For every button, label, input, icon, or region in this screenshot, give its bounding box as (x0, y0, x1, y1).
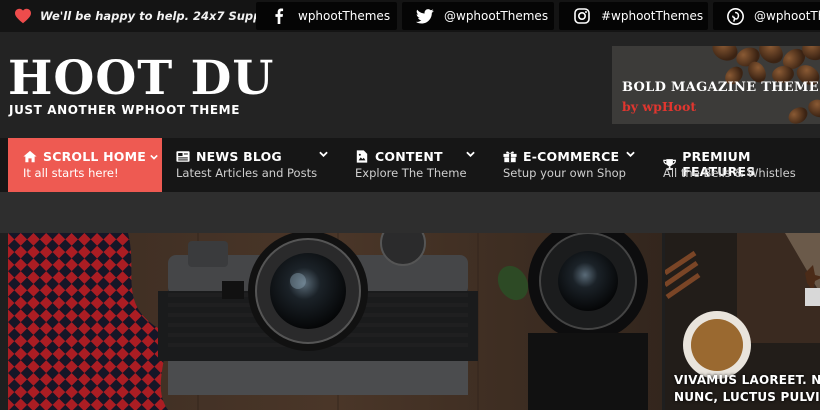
header-ad-banner[interactable]: BOLD MAGAZINE THEME by wpHoot (612, 46, 820, 124)
twitter-link[interactable]: @wphootThemes (402, 2, 554, 30)
heart-icon (15, 8, 31, 24)
twitter-icon (416, 7, 434, 25)
facebook-label: wphootThemes (298, 9, 391, 23)
menu-item-label: SCROLL HOME (43, 149, 146, 164)
instagram-label: #wphootThemes (601, 9, 704, 23)
menu-item-description: Latest Articles and Posts (176, 166, 318, 180)
chevron-down-icon (150, 154, 158, 160)
menu-item-news-blog[interactable]: NEWS BLOG Latest Articles and Posts (162, 138, 338, 192)
file-image-icon (356, 150, 368, 163)
menu-item-premium-features[interactable]: PREMIUM FEATURES All the Bells & Whistle… (645, 138, 820, 192)
featured-slide-side[interactable]: VIVAMUS LAOREET. N NUNC, LUCTUS PULVIN (665, 233, 820, 410)
pinterest-label: @wphootTh (754, 9, 820, 23)
support-message: We'll be happy to help. 24x7 Support! (14, 0, 286, 32)
pinterest-icon (727, 7, 744, 25)
newspaper-icon (176, 151, 190, 162)
instagram-link[interactable]: #wphootThemes (559, 2, 708, 30)
menu-item-label: E-COMMERCE (523, 149, 620, 164)
site-tagline: JUST ANOTHER WPHOOT THEME (9, 103, 240, 117)
chevron-down-icon (626, 151, 635, 157)
gift-icon (503, 151, 517, 163)
chevron-down-icon (466, 151, 475, 157)
twitter-label: @wphootThemes (444, 9, 549, 23)
menu-item-label: CONTENT (375, 149, 443, 164)
featured-slide-main[interactable] (8, 233, 662, 410)
menu-item-label: NEWS BLOG (196, 149, 282, 164)
menu-item-content[interactable]: CONTENT Explore The Theme (338, 138, 487, 192)
pinterest-link[interactable]: @wphootTh (713, 2, 820, 30)
banner-byline: by wpHoot (622, 99, 697, 114)
slide-caption[interactable]: VIVAMUS LAOREET. N NUNC, LUCTUS PULVIN (674, 372, 820, 406)
home-icon (23, 150, 37, 163)
menu-item-description: Explore The Theme (355, 166, 467, 180)
instagram-icon (573, 7, 591, 25)
site-title[interactable]: HOOT DU (8, 54, 274, 104)
menu-item-description: Setup your own Shop (503, 166, 626, 180)
facebook-icon (270, 7, 288, 25)
menu-item-scroll-home[interactable]: SCROLL HOME It all starts here! (8, 138, 162, 192)
main-menu: SCROLL HOME It all starts here! NEWS BLO… (0, 138, 820, 192)
top-bar: We'll be happy to help. 24x7 Support! wp… (0, 0, 820, 32)
menu-item-e-commerce[interactable]: E-COMMERCE Setup your own Shop (487, 138, 645, 192)
facebook-link[interactable]: wphootThemes (256, 2, 397, 30)
chevron-down-icon (319, 151, 328, 157)
slide-caption-line: VIVAMUS LAOREET. N (674, 373, 820, 387)
support-tagline: We'll be happy to help. 24x7 Support! (40, 9, 286, 23)
site-header: HOOT DU JUST ANOTHER WPHOOT THEME BOLD M… (0, 32, 820, 138)
menu-item-description: It all starts here! (23, 166, 119, 180)
slide-caption-line: NUNC, LUCTUS PULVIN (674, 390, 820, 404)
camera-photo (8, 233, 662, 410)
banner-headline: BOLD MAGAZINE THEME (622, 80, 819, 95)
menu-bottom-bar (0, 192, 820, 233)
menu-item-description: All the Bells & Whistles (663, 166, 796, 180)
